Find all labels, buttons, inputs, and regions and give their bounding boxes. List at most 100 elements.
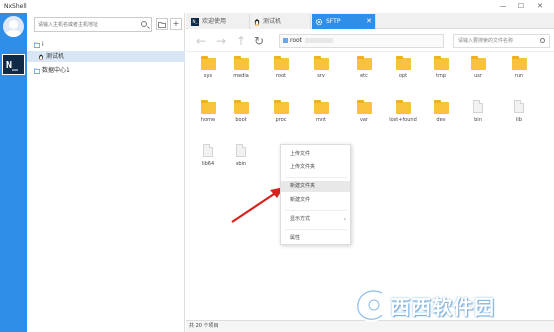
file-item[interactable]: sbin <box>219 142 263 176</box>
tab-test-machine[interactable]: 测试机 <box>251 14 311 29</box>
file-name: etc <box>360 73 368 79</box>
tree-item-test-machine[interactable]: 测试机 <box>27 51 185 62</box>
search-icon[interactable] <box>141 21 147 27</box>
file-name: usr <box>474 73 482 79</box>
tree-item-root[interactable]: i <box>27 39 185 50</box>
host-search-box[interactable] <box>34 17 152 32</box>
folder-item[interactable]: srv <box>299 54 343 88</box>
folder-item[interactable]: usr <box>456 54 500 88</box>
folder-icon <box>471 56 486 70</box>
folder-icon <box>201 100 216 114</box>
folder-icon <box>34 68 40 74</box>
file-name: media <box>233 73 249 79</box>
folder-item[interactable]: run <box>497 54 541 88</box>
folder-item[interactable]: mnt <box>299 98 343 132</box>
watermark-swirl-icon <box>355 288 384 322</box>
folder-item[interactable]: root <box>259 54 303 88</box>
folder-item[interactable]: boot <box>219 98 263 132</box>
file-icon <box>236 144 246 157</box>
file-icon <box>473 100 483 113</box>
minimize-button[interactable]: — <box>496 1 510 12</box>
file-name: boot <box>235 117 247 123</box>
sftp-gear-icon <box>315 18 323 25</box>
file-item[interactable]: lib <box>497 98 541 132</box>
menu-new-file[interactable]: 新建文件 <box>281 195 350 206</box>
file-search-placeholder: 请输入要搜索的文件名称 <box>458 38 514 44</box>
menu-upload-file[interactable]: 上传文件 <box>281 149 350 160</box>
left-nav-bar: N_ <box>0 13 27 332</box>
linux-penguin-icon <box>254 18 260 25</box>
folder-icon <box>314 56 329 70</box>
menu-item-label: 显示方式 <box>290 216 311 222</box>
back-arrow-icon[interactable]: ← <box>196 34 206 48</box>
add-host-button[interactable]: + <box>170 18 182 30</box>
nxshell-logo[interactable]: N_ <box>2 54 25 75</box>
nxshell-icon: N_ <box>191 17 199 26</box>
menu-view-mode[interactable]: 显示方式 › <box>281 214 350 225</box>
app-title: NxShell <box>4 3 27 10</box>
search-icon[interactable] <box>540 38 545 43</box>
folder-add-icon <box>158 22 166 28</box>
folder-icon <box>201 56 216 70</box>
up-arrow-icon[interactable]: ↑ <box>236 34 246 48</box>
file-name: run <box>514 73 524 79</box>
folder-add-button[interactable] <box>156 18 168 30</box>
folder-item[interactable]: proc <box>259 98 303 132</box>
close-button[interactable]: ✕ <box>533 1 547 12</box>
folder-icon <box>234 100 249 114</box>
tab-label: 测试机 <box>263 18 282 25</box>
user-avatar-icon[interactable] <box>3 16 24 37</box>
file-name: root <box>275 73 287 79</box>
menu-new-folder[interactable]: 新建文件夹 <box>281 181 350 192</box>
folder-icon <box>274 100 289 114</box>
refresh-icon[interactable]: ↻ <box>254 34 264 48</box>
menu-upload-folder[interactable]: 上传文件夹 <box>281 162 350 173</box>
path-folder-icon <box>283 38 288 43</box>
menu-properties[interactable]: 属性 <box>281 233 350 244</box>
file-name: bin <box>474 117 482 123</box>
file-grid: sys media root srv etc opt tmp usr run home boot pr… <box>186 52 554 320</box>
file-name: var <box>359 117 369 123</box>
file-icon <box>514 100 524 113</box>
maximize-button[interactable]: ☐ <box>514 1 528 12</box>
file-name: srv <box>317 73 325 79</box>
folder-item[interactable]: var <box>342 98 386 132</box>
tree-item-label: i <box>42 41 44 48</box>
menu-separator <box>285 229 347 230</box>
folder-icon <box>512 56 527 70</box>
file-icon <box>203 144 213 157</box>
tab-welcome[interactable]: N_ 欢迎使用 <box>188 14 250 29</box>
file-name: mnt <box>316 117 326 123</box>
host-sidebar: + i 测试机 数据中心1 <box>27 13 185 332</box>
tree-item-datacenter[interactable]: 数据中心1 <box>27 65 185 76</box>
title-bar: NxShell — ☐ ✕ <box>0 0 554 13</box>
linux-penguin-icon <box>39 54 43 60</box>
path-input[interactable]: root <box>279 34 444 48</box>
chevron-right-icon: › <box>343 216 346 223</box>
folder-item[interactable]: media <box>219 54 263 88</box>
folder-icon <box>357 56 372 70</box>
host-search-input[interactable] <box>35 18 135 31</box>
folder-icon <box>274 56 289 70</box>
item-count-text: 共 20 个项目 <box>189 323 219 329</box>
watermark-text: 西西软件园 <box>390 295 495 319</box>
tab-label: 欢迎使用 <box>202 18 227 25</box>
file-search-box[interactable]: 请输入要搜索的文件名称 <box>453 34 550 48</box>
folder-icon <box>434 100 449 114</box>
tree-item-label: 数据中心1 <box>42 67 70 74</box>
folder-item[interactable]: etc <box>342 54 386 88</box>
sftp-nav-bar: ← → ↑ ↻ root 请输入要搜索的文件名称 <box>186 30 554 52</box>
folder-icon <box>396 100 411 114</box>
close-icon[interactable]: ✕ <box>366 14 372 29</box>
file-item[interactable]: bin <box>456 98 500 132</box>
file-name: proc <box>275 117 287 123</box>
file-name: lib <box>516 117 522 123</box>
tab-sftp[interactable]: SFTP ✕ <box>312 14 376 29</box>
path-text: root <box>290 37 303 44</box>
forward-arrow-icon[interactable]: → <box>216 34 226 48</box>
menu-separator <box>285 210 347 211</box>
file-name: sbin <box>235 161 247 167</box>
tree-item-label: 测试机 <box>46 53 65 60</box>
folder-icon <box>314 100 329 114</box>
folder-icon <box>234 56 249 70</box>
